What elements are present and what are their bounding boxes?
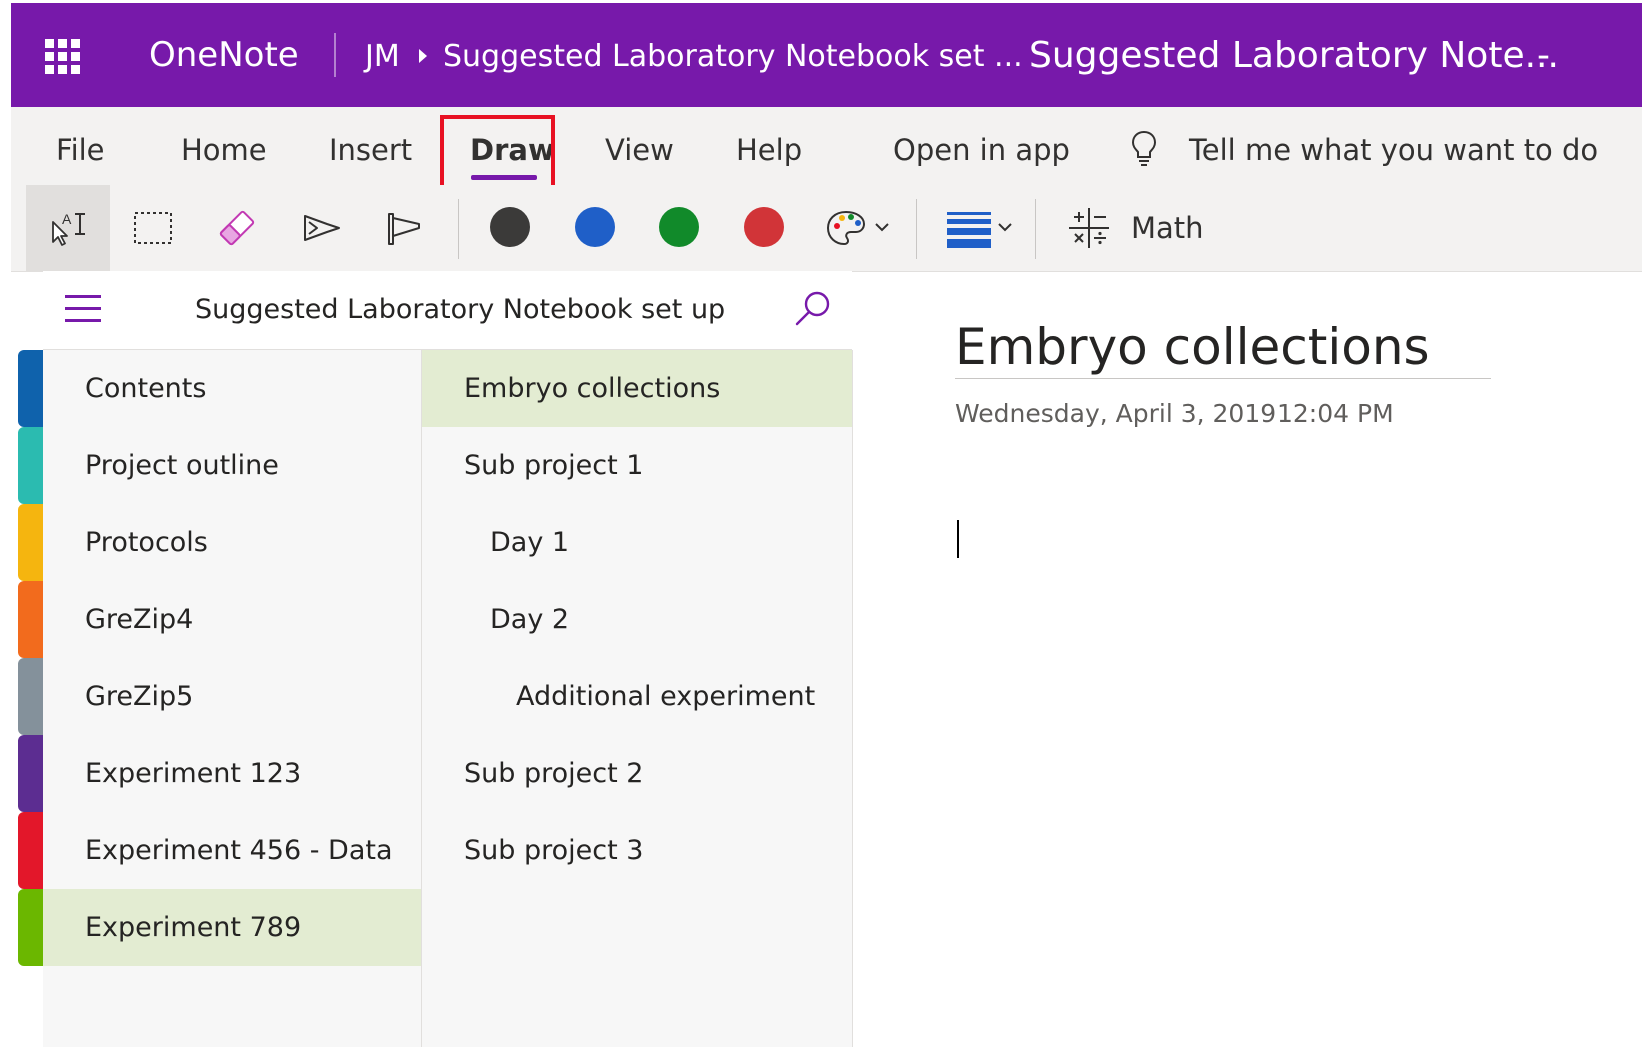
section-label: Experiment 123 [85,758,302,789]
page-item[interactable]: Sub project 1 [422,427,852,504]
pen-color-red[interactable] [744,207,784,247]
notebook-title[interactable]: Suggested Laboratory Notebook set up [195,291,725,329]
type-select-icon[interactable]: A [26,185,110,271]
page-label: Sub project 2 [464,758,644,789]
draw-tab-highlight-box [440,115,555,191]
pen-color-black[interactable] [490,207,530,247]
section-item[interactable]: Experiment 123 [43,735,421,812]
math-button[interactable]: Math [1131,210,1204,246]
section-label: Contents [85,373,207,404]
page-item[interactable]: Sub project 2 [422,735,852,812]
menu-home[interactable]: Home [181,130,267,170]
page-label: Sub project 3 [464,835,644,866]
section-item[interactable]: GreZip4 [43,581,421,658]
page-label: Additional experiment [516,681,816,712]
lasso-select-icon[interactable] [115,185,191,271]
subpage-item[interactable]: Additional experiment [422,658,852,735]
ribbon-separator [458,199,459,259]
hamburger-menu-icon[interactable] [65,295,101,323]
section-label: Protocols [85,527,208,558]
page-item[interactable]: Sub project 3 [422,812,852,889]
title-suffix: - [1537,35,1550,76]
math-icon[interactable] [1059,185,1119,271]
section-tab-grezip4[interactable] [18,581,44,658]
page-time: 12:04 PM [1277,399,1394,428]
page-title[interactable]: Embryo collections [955,315,1430,379]
section-item[interactable]: GreZip5 [43,658,421,735]
open-in-app-button[interactable]: Open in app [893,130,1070,170]
section-tab-project-outline[interactable] [18,427,44,504]
menu-file[interactable]: File [56,130,105,170]
app-name[interactable]: OneNote [149,33,299,77]
section-item[interactable]: Project outline [43,427,421,504]
section-label: GreZip4 [85,604,194,635]
palette-icon[interactable] [821,185,907,271]
pen-icon[interactable] [283,185,359,271]
page-label: Embryo collections [464,373,721,404]
section-tab-grezip5[interactable] [18,658,44,735]
section-label: GreZip5 [85,681,194,712]
menu-help[interactable]: Help [736,130,802,170]
page-label: Day 2 [490,604,570,635]
thickness-icon[interactable] [936,185,1026,271]
lightbulb-icon[interactable] [1129,129,1159,169]
app-launcher-icon[interactable] [45,39,81,75]
pen-color-blue[interactable] [575,207,615,247]
ribbon-separator [1035,199,1036,259]
page-label: Day 1 [490,527,570,558]
menu-insert[interactable]: Insert [329,130,412,170]
pen-color-green[interactable] [659,207,699,247]
breadcrumb-notebook[interactable]: Suggested Laboratory Notebook set ... [443,37,1023,77]
section-tab-experiment-456[interactable] [18,812,44,889]
onenote-window: OneNote JM Suggested Laboratory Notebook… [11,3,1642,1047]
breadcrumb-chevron-icon [419,49,427,63]
menu-bar: File Home Insert Draw View Help Open in … [11,107,1642,185]
ribbon-separator [916,199,917,259]
section-item[interactable]: Contents [43,350,421,427]
section-tab-contents[interactable] [18,350,44,427]
page-label: Sub project 1 [464,450,644,481]
pages-list: Embryo collections Sub project 1 Day 1 D… [422,350,853,1047]
title-underline [955,378,1491,379]
section-item-selected[interactable]: Experiment 789 [43,889,421,966]
eraser-icon[interactable] [199,185,275,271]
svg-text:A: A [62,211,72,227]
section-label: Experiment 789 [85,912,302,943]
tell-me-search[interactable]: Tell me what you want to do [1189,130,1598,170]
title-divider [334,33,336,77]
text-cursor[interactable] [957,520,959,558]
section-item[interactable]: Protocols [43,504,421,581]
draw-ribbon: A Math [11,185,1642,272]
title-bar: OneNote JM Suggested Laboratory Notebook… [11,3,1642,107]
subpage-item[interactable]: Day 1 [422,504,852,581]
page-item-selected[interactable]: Embryo collections [422,350,852,427]
section-item[interactable]: Experiment 456 - Data [43,812,421,889]
menu-view[interactable]: View [605,130,674,170]
subpage-item[interactable]: Day 2 [422,581,852,658]
section-label: Project outline [85,450,279,481]
breadcrumb-user[interactable]: JM [365,37,400,77]
section-tab-protocols[interactable] [18,504,44,581]
page-date: Wednesday, April 3, 2019 [955,399,1277,428]
search-icon[interactable] [791,287,835,331]
sections-list: Contents Project outline Protocols GreZi… [43,350,422,1047]
section-tab-experiment-123[interactable] [18,735,44,812]
section-tab-experiment-789[interactable] [18,889,44,966]
document-title[interactable]: Suggested Laboratory Note... [1029,33,1559,79]
highlighter-icon[interactable] [367,185,443,271]
navigation-header: Suggested Laboratory Notebook set up [43,271,852,350]
section-label: Experiment 456 - Data [85,835,393,866]
